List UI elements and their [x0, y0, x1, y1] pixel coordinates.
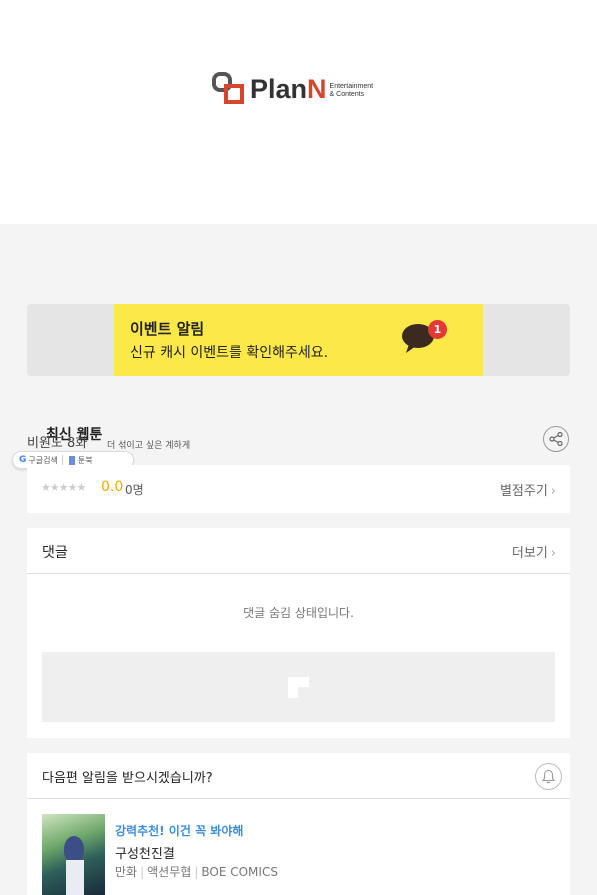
google-search-label: 구글검색 — [28, 455, 58, 465]
recommend-title[interactable]: 구성천진결 — [115, 843, 175, 862]
book-icon — [68, 455, 75, 465]
work-title: 비원도 8화 — [27, 436, 88, 451]
bell-icon — [541, 769, 556, 784]
header: PlanN Entertainment & Contents — [0, 0, 597, 224]
thumbnail-figure — [64, 836, 84, 862]
recommend-genre: 만화 — [115, 865, 138, 879]
recommend-tag: 강력추천! 이건 꼭 봐야해 — [115, 824, 244, 838]
comment-more-button[interactable]: 더보기 › — [512, 542, 556, 561]
plann-logo[interactable]: PlanN Entertainment & Contents — [211, 71, 373, 107]
rating-count: 0명 — [125, 483, 144, 497]
notify-card: 다음편 알림을 받으시겠습니까? 강력추천! 이건 꼭 봐야해 구성천진결 만화… — [27, 753, 570, 895]
chevron-right-icon: › — [550, 546, 556, 561]
comment-card: 댓글 더보기 › 댓글 숨김 상태입니다. — [27, 528, 570, 738]
rating-stars-icon: ★★★★★ — [41, 481, 86, 494]
meta-divider: | — [140, 865, 145, 879]
comment-title: 댓글 — [42, 545, 68, 561]
google-search-item[interactable]: G 구글검색 — [13, 455, 62, 466]
comment-header: 댓글 더보기 › — [27, 528, 570, 574]
recommend-meta: 만화 | 액션무협 | BOE COMICS — [115, 863, 278, 880]
event-banner[interactable]: 이벤트 알림 신규 캐시 이벤트를 확인해주세요. 1 — [27, 304, 570, 376]
comment-more-label: 더보기 — [511, 546, 548, 561]
rate-button[interactable]: 별점주기 › — [500, 480, 556, 499]
notify-bell-button[interactable] — [535, 763, 562, 790]
toonbook-label: 툰북 — [77, 455, 93, 465]
comment-placeholder-icon — [288, 677, 309, 698]
work-title-small: 더 섞이고 싶은 계하게 — [107, 441, 191, 451]
notify-header: 다음편 알림을 받으시겠습니까? — [27, 753, 570, 799]
recommend-thumbnail[interactable] — [42, 814, 105, 895]
event-banner-panel[interactable]: 이벤트 알림 신규 캐시 이벤트를 확인해주세요. 1 — [114, 304, 483, 376]
meta-divider: | — [194, 865, 199, 879]
rating-card: ★★★★★ 0.0 0명 별점주기 › — [27, 465, 570, 513]
rate-button-label: 별점주기 — [499, 484, 548, 499]
recommend-publisher: BOE COMICS — [201, 865, 278, 879]
recommend-category: 액션무협 — [147, 865, 192, 879]
thumbnail-figure-body — [66, 860, 84, 895]
comment-input-area[interactable] — [42, 652, 555, 722]
share-button[interactable] — [543, 426, 569, 452]
toonbook-item[interactable]: 툰북 — [63, 455, 97, 466]
logo-text: PlanN — [250, 73, 327, 104]
chevron-right-icon: › — [550, 484, 556, 499]
event-banner-title: 이벤트 알림 — [130, 320, 205, 338]
logo-subtitle: Entertainment & Contents — [329, 83, 374, 98]
event-banner-subtitle: 신규 캐시 이벤트를 확인해주세요. — [130, 345, 329, 361]
notify-question: 다음편 알림을 받으시겠습니까? — [42, 771, 213, 786]
share-icon — [549, 432, 563, 446]
plann-logo-mark-icon — [212, 72, 244, 104]
rating-score: 0.0 — [101, 479, 124, 495]
comment-hidden-message: 댓글 숨김 상태입니다. — [243, 606, 354, 620]
google-icon: G — [19, 455, 27, 465]
notification-badge: 1 — [428, 320, 447, 339]
